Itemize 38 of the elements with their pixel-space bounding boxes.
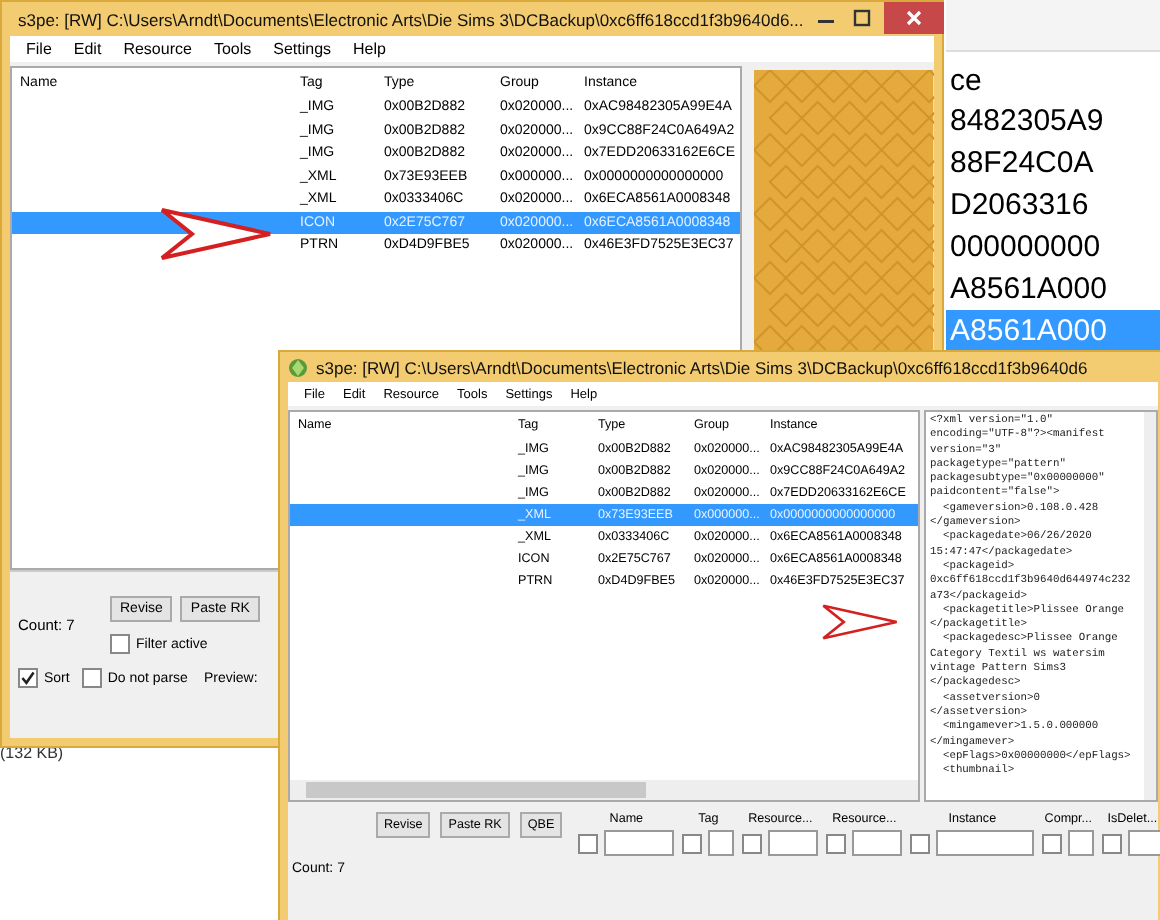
- checkbox[interactable]: [110, 634, 130, 654]
- checkbox[interactable]: [826, 833, 847, 853]
- table-cell[interactable]: 8482305A9: [946, 100, 1160, 142]
- checkbox[interactable]: [1042, 833, 1063, 853]
- checkbox[interactable]: [1102, 833, 1123, 853]
- checkbox[interactable]: [578, 833, 599, 853]
- filter-field[interactable]: [1068, 830, 1095, 856]
- filter-field[interactable]: [768, 830, 819, 856]
- filter-field[interactable]: [852, 830, 903, 856]
- table-cell[interactable]: 000000000: [946, 226, 1160, 268]
- menu-item[interactable]: File: [26, 40, 52, 58]
- window-title: s3pe: [RW] C:\Users\Arndt\Documents\Electronic Arts\Die Sims 3\DCBackup\0xc6ff618ccd1f3b9640d6...: [18, 9, 804, 29]
- menu-item[interactable]: Resource: [123, 40, 192, 58]
- arrow-icon: [160, 208, 272, 260]
- close-button[interactable]: [883, 2, 944, 34]
- table-cell[interactable]: A8561A000: [946, 268, 1160, 310]
- checkbox[interactable]: [81, 668, 102, 688]
- checkbox[interactable]: [682, 833, 703, 853]
- window-title: s3pe: [RW] C:\Users\Arndt\Documents\Electronic Arts\Die Sims 3\DCBackup\0xc6ff618ccd1f3b9640d6: [316, 357, 1088, 377]
- menu-item[interactable]: Settings: [273, 40, 332, 58]
- menu-item[interactable]: Tools: [213, 40, 252, 58]
- table-cell[interactable]: 88F24C0A: [946, 142, 1160, 184]
- menu-item[interactable]: Edit: [73, 40, 102, 58]
- filter-field[interactable]: [936, 830, 1035, 856]
- filter-field[interactable]: [604, 830, 675, 856]
- arrow-icon: [822, 600, 898, 644]
- menu-item[interactable]: Help: [353, 40, 386, 58]
- column-header: ce: [948, 62, 984, 100]
- table-cell[interactable]: D2063316: [946, 184, 1160, 226]
- checkbox[interactable]: [18, 668, 38, 688]
- vertical-scrollbar[interactable]: [1144, 412, 1156, 800]
- close-icon: [903, 8, 924, 28]
- horizontal-scrollbar[interactable]: [290, 780, 918, 800]
- app-icon: [288, 357, 308, 377]
- checkbox[interactable]: [910, 833, 931, 853]
- filter-field[interactable]: [1128, 830, 1160, 856]
- filter-field[interactable]: [708, 830, 735, 856]
- checkbox[interactable]: [742, 833, 763, 853]
